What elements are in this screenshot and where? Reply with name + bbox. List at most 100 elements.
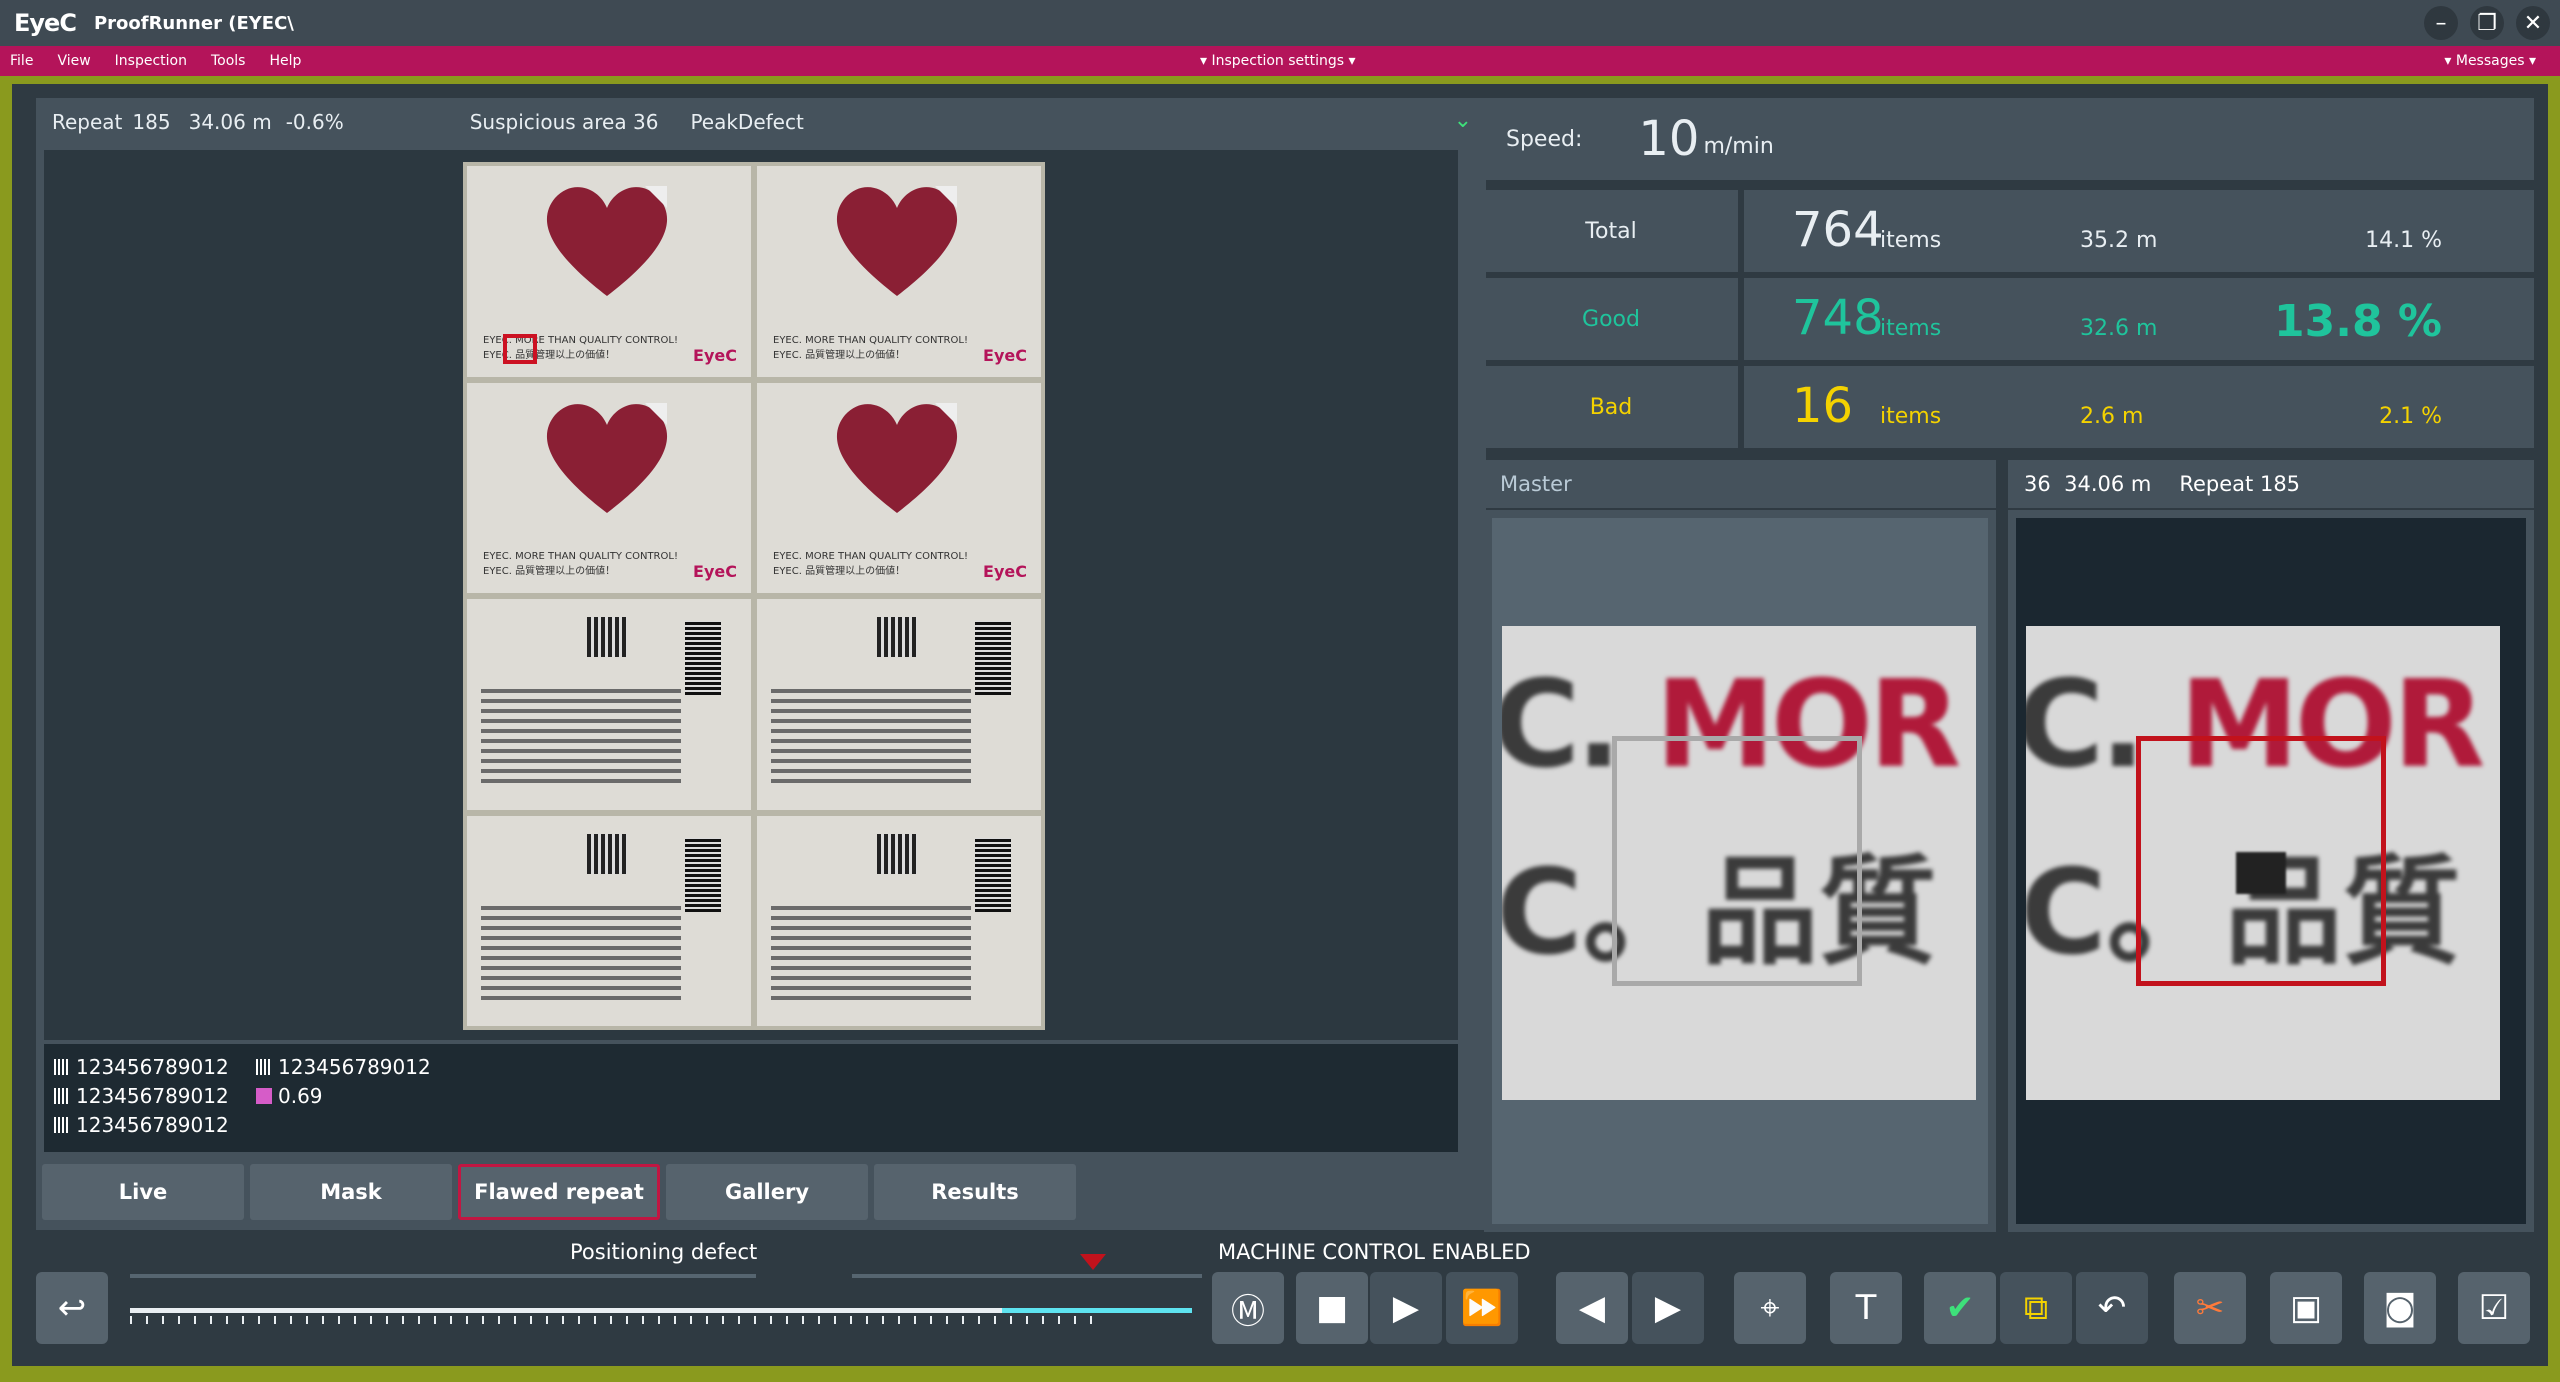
- repeat-zoom-view[interactable]: C. MOR C。品質: [2008, 510, 2534, 1232]
- qr-code: [877, 833, 917, 874]
- label-back: [757, 599, 1041, 810]
- back-arrow-icon[interactable]: ↩: [36, 1272, 108, 1344]
- barcode-value: 123456789012: [76, 1112, 229, 1137]
- qr-code: [587, 833, 627, 874]
- title-bar: EyeC ProofRunner (EYEC\ – ❐ ✕: [0, 0, 2560, 46]
- barcode-icon: [256, 1058, 272, 1075]
- speed-label: Speed:: [1506, 126, 1583, 152]
- machine-control-status: MACHINE CONTROL ENABLED: [1218, 1240, 1531, 1264]
- menu-file[interactable]: File: [10, 53, 33, 69]
- tab-live[interactable]: Live: [42, 1164, 244, 1220]
- play-icon[interactable]: ▶: [1370, 1272, 1442, 1344]
- minimize-button[interactable]: –: [2424, 6, 2458, 40]
- menu-bar: File View Inspection Tools Help ▾ Inspec…: [0, 46, 2560, 76]
- peak-value: 0.69: [278, 1083, 323, 1108]
- heart-graphic: [546, 186, 668, 296]
- stop-icon[interactable]: ■: [1296, 1272, 1368, 1344]
- barcode-value: 123456789012: [76, 1054, 229, 1079]
- timeline-progress: [1002, 1308, 1192, 1313]
- total-label: Total: [1484, 190, 1738, 272]
- tab-flawed-repeat[interactable]: Flawed repeat: [458, 1164, 660, 1220]
- master-zoom-image: C. MOR C。品質: [1502, 626, 1976, 1100]
- heart-graphic: [836, 186, 958, 296]
- qr-code: [587, 617, 627, 657]
- machine-mode-icon[interactable]: Ⓜ: [1212, 1272, 1284, 1344]
- menu-tools[interactable]: Tools: [211, 53, 246, 69]
- inspection-settings-menu[interactable]: ▾ Inspection settings ▾: [1200, 53, 1356, 69]
- chevron-down-icon[interactable]: ⌄: [1454, 108, 1472, 133]
- master-zoom-view[interactable]: C. MOR C。品質: [1484, 510, 1996, 1232]
- undo-icon[interactable]: ↶: [2076, 1272, 2148, 1344]
- repeat-length: 34.06 m: [188, 110, 272, 134]
- timeline-ticks: [130, 1316, 1092, 1324]
- label-caption: EYEC. MORE THAN QUALITY CONTROL! EYEC. 品質…: [773, 551, 968, 577]
- fast-forward-icon[interactable]: ⏩: [1446, 1272, 1518, 1344]
- total-meters: 35.2 m: [2080, 228, 2158, 253]
- tab-mask[interactable]: Mask: [250, 1164, 452, 1220]
- label-front: EYEC. MORE THAN QUALITY CONTROL! EYEC. 品質…: [757, 382, 1041, 593]
- repeat-label: Repeat: [52, 110, 123, 134]
- good-count: 748: [1792, 290, 1884, 346]
- barcode: [975, 621, 1011, 695]
- peak-icon: [256, 1087, 272, 1104]
- position-track: [130, 1274, 756, 1278]
- position-marker[interactable]: [1080, 1254, 1106, 1270]
- restore-button[interactable]: ❐: [2470, 6, 2504, 40]
- heart-graphic: [836, 402, 958, 513]
- tab-gallery[interactable]: Gallery: [666, 1164, 868, 1220]
- total-unit: items: [1880, 228, 1942, 253]
- barcode-value: 123456789012: [278, 1054, 431, 1079]
- camera-icon[interactable]: ◙: [2364, 1272, 2436, 1344]
- speed-panel: Speed: 10 m/min: [1484, 98, 2534, 180]
- label-logo: EyeC: [983, 345, 1027, 365]
- speed-value: 10: [1638, 111, 1700, 167]
- tab-results[interactable]: Results: [874, 1164, 1076, 1220]
- statistics-table: Total 764 items 35.2 m 14.1 % Good 748 i…: [1484, 190, 2534, 454]
- defect-box: [2136, 736, 2386, 986]
- print-sheet: EYEC. MORE THAN QUALITY CONTROL! EYEC. 品質…: [463, 162, 1045, 1030]
- positioning-defect-label: Positioning defect: [570, 1240, 758, 1264]
- clipboard-icon[interactable]: ☑: [2458, 1272, 2530, 1344]
- close-button[interactable]: ✕: [2516, 6, 2550, 40]
- master-reference-box: [1612, 736, 1862, 986]
- crosshair-icon[interactable]: ⌖: [1734, 1272, 1806, 1344]
- menu-help[interactable]: Help: [269, 53, 301, 69]
- repeat-offset: -0.6%: [285, 110, 344, 134]
- menu-view[interactable]: View: [57, 53, 90, 69]
- label-back: [467, 815, 751, 1026]
- label-logo: EyeC: [983, 562, 1027, 581]
- good-label: Good: [1484, 278, 1738, 360]
- text-icon[interactable]: T: [1830, 1272, 1902, 1344]
- barcode-icon: [54, 1087, 70, 1104]
- link-icon[interactable]: ⧉: [2000, 1272, 2072, 1344]
- defect-marker[interactable]: [503, 334, 537, 364]
- barcode: [685, 837, 721, 912]
- barcode-icon: [54, 1058, 70, 1075]
- messages-menu[interactable]: ▾ Messages ▾: [2444, 53, 2536, 69]
- label-front: EYEC. MORE THAN QUALITY CONTROL! EYEC. 品質…: [467, 382, 751, 593]
- total-percent: 14.1 %: [2365, 228, 2442, 253]
- heart-graphic: [546, 402, 668, 513]
- label-front: EYEC. MORE THAN QUALITY CONTROL! EYEC. 品質…: [467, 166, 751, 377]
- label-back: [757, 815, 1041, 1026]
- bad-percent: 2.1 %: [2379, 404, 2442, 429]
- repeat-number: 185: [132, 110, 171, 134]
- scissors-icon[interactable]: ✂: [2174, 1272, 2246, 1344]
- image-icon[interactable]: ▣: [2270, 1272, 2342, 1344]
- menu-inspection[interactable]: Inspection: [115, 53, 187, 69]
- bad-unit: items: [1880, 404, 1942, 429]
- label-caption: EYEC. MORE THAN QUALITY CONTROL! EYEC. 品質…: [773, 334, 968, 361]
- accept-check-icon[interactable]: ✔: [1924, 1272, 1996, 1344]
- previous-icon[interactable]: ◀: [1556, 1272, 1628, 1344]
- bad-meters: 2.6 m: [2080, 404, 2144, 429]
- repeat-number-label: Repeat 185: [2179, 472, 2301, 496]
- total-count: 764: [1792, 202, 1884, 258]
- defect-type: PeakDefect: [690, 110, 804, 134]
- good-percent: 13.8 %: [2274, 296, 2442, 347]
- sheet-viewer[interactable]: EYEC. MORE THAN QUALITY CONTROL! EYEC. 品質…: [44, 150, 1458, 1040]
- barcode-icon: [54, 1116, 70, 1133]
- repeat-area-id: 36 34.06 m: [2024, 472, 2152, 496]
- speed-unit: m/min: [1703, 133, 1774, 159]
- qr-code: [877, 617, 917, 657]
- next-icon[interactable]: ▶: [1632, 1272, 1704, 1344]
